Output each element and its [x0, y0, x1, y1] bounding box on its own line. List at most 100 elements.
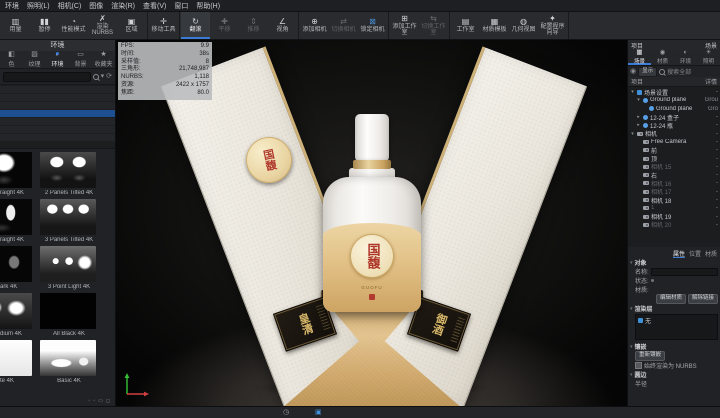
library-tab[interactable]: ◐环境 — [46, 51, 69, 68]
expand-arrow-icon[interactable]: ▾ — [636, 97, 641, 103]
state-indicator — [651, 279, 654, 282]
library-tab[interactable]: ◧色 — [0, 51, 23, 68]
render-viewport[interactable]: 国馥 皇清 御酒 国馥 GUOFU FPS:9.9时间:38s采样值:8三角形:… — [116, 40, 627, 406]
layer-item-label: 无 — [645, 316, 651, 325]
menu-item[interactable]: 帮助(H) — [196, 1, 220, 11]
refresh-icon[interactable]: ⟳ — [106, 73, 112, 80]
toolbar-button[interactable]: ⇄切换相机 — [329, 12, 358, 39]
toolbar-button[interactable]: ✦配置程序向导 — [538, 12, 567, 39]
environment-thumbnail[interactable]: te 4K — [0, 340, 32, 387]
toolbar-button[interactable]: ⊠锁定相机 — [358, 12, 387, 39]
thumbnail-image — [0, 152, 32, 188]
library-tab[interactable]: ▨纹理 — [23, 51, 46, 68]
project-tab[interactable]: ☀照明 — [697, 50, 720, 65]
nurbs-checkbox[interactable] — [635, 362, 642, 369]
toolbar-button[interactable]: ↻翻滚 — [181, 12, 210, 39]
view-medium-icon[interactable]: ▫ — [93, 398, 95, 404]
search-input[interactable] — [3, 72, 91, 82]
tree-item[interactable]: 相机 20- — [628, 221, 720, 229]
project-tab[interactable]: ◐环境 — [674, 50, 697, 65]
project-tab[interactable]: ▦场景 — [628, 50, 651, 65]
environment-thumbnail[interactable]: dium 4K — [0, 293, 32, 340]
project-corner-label: 场景 — [705, 41, 717, 50]
toolbar-button[interactable]: ▮▮暂停 — [30, 12, 59, 39]
expand-arrow-icon[interactable]: ▸ — [636, 114, 641, 120]
environment-thumbnail[interactable]: raight 4K — [0, 199, 32, 246]
environment-thumbnail[interactable]: 3 Panels Tilted 4K — [40, 199, 98, 246]
library-list-row[interactable] — [0, 94, 115, 101]
tree-column-headers: 项目 详情 — [628, 77, 720, 87]
clock-icon[interactable]: ◷ — [283, 408, 289, 417]
tree-search[interactable]: 搜索全部 — [659, 67, 718, 76]
column-detail: 详情 — [705, 77, 717, 86]
show-dropdown[interactable]: 显示 — [638, 67, 657, 77]
library-tab[interactable]: ★收藏夹 — [92, 51, 115, 68]
filter-icon[interactable]: ▾ — [101, 73, 105, 80]
toolbar-button[interactable]: ▥用量 — [1, 12, 30, 39]
tree-item[interactable]: ▾场景设置- — [628, 88, 720, 96]
toolbar-button[interactable]: ∠视角 — [268, 12, 297, 39]
toolbar-button[interactable]: ⇆切换工作室 — [419, 12, 448, 39]
expand-all-icon[interactable]: ◉ — [630, 68, 636, 75]
thumbnail-image — [40, 293, 96, 329]
environment-thumbnail[interactable]: raight 4K — [0, 152, 32, 199]
search-icon[interactable] — [93, 74, 99, 80]
toolbar-button[interactable]: ⊕添加相机 — [300, 12, 329, 39]
environment-thumbnail[interactable]: 2 Panels Tilted 4K — [40, 152, 98, 199]
expand-arrow-icon[interactable]: ▾ — [630, 131, 635, 137]
toolbar-button[interactable]: ⇕推移 — [239, 12, 268, 39]
library-list-row[interactable] — [0, 118, 115, 125]
toolbar-button[interactable]: ⊞添加工作室 — [390, 12, 419, 39]
toolbar-button[interactable]: ◔性能模式 — [59, 12, 88, 39]
hud-stat-label: FPS: — [121, 43, 134, 51]
menu-item[interactable]: 照明(L) — [27, 1, 50, 11]
toolbar-button-label: 材质模板 — [482, 27, 506, 33]
hud-stat-value: 80.0 — [197, 90, 209, 98]
properties-tab[interactable]: 材质 — [705, 249, 717, 258]
retessellate-button[interactable]: 重新镶嵌 — [635, 351, 665, 361]
library-tab[interactable]: ▭背景 — [69, 51, 92, 68]
hud-stat-row: 焦距:80.0 — [121, 90, 209, 98]
library-list-row[interactable] — [0, 86, 115, 93]
menu-item[interactable]: 查看(V) — [143, 1, 166, 11]
name-input[interactable] — [651, 268, 718, 276]
toolbar-button-icon: ✗ — [99, 15, 106, 23]
toolbar-button[interactable]: ◍几何视图 — [509, 12, 538, 39]
toolbar-button[interactable]: ▦材质模板 — [480, 12, 509, 39]
tree-item[interactable]: ▾相机- — [628, 129, 720, 137]
toolbar-button[interactable]: ▣区域 — [117, 12, 146, 39]
environment-thumbnail[interactable]: 3 Point Light 4K — [40, 246, 98, 293]
menu-item[interactable]: 窗口 — [174, 1, 188, 11]
tree-item[interactable]: ▾Ground planeGrou — [628, 96, 720, 104]
expand-arrow-icon[interactable]: ▾ — [630, 89, 635, 95]
view-large-icon[interactable]: ◻ — [106, 398, 110, 404]
unlink-material-button[interactable]: 解除链接 — [688, 294, 718, 304]
properties-tab[interactable]: 位置 — [689, 249, 701, 258]
camera-icon — [643, 140, 649, 144]
menu-item[interactable]: 相机(C) — [58, 1, 82, 11]
toolbar-button[interactable]: ✛移动工具 — [149, 12, 178, 39]
geometry-icon[interactable]: ▣ — [315, 408, 322, 417]
menu-item[interactable]: 图像 — [89, 1, 103, 11]
project-tab[interactable]: ◉材质 — [651, 50, 674, 65]
toolbar-button[interactable]: ✗渲染NURBS — [88, 12, 117, 39]
expand-arrow-icon[interactable]: ▸ — [636, 122, 641, 128]
view-small-icon[interactable]: ▫ — [89, 398, 91, 404]
project-tabs: ▦场景◉材质◐环境☀照明 — [628, 50, 720, 66]
toolbar-button[interactable]: ▤工作室 — [451, 12, 480, 39]
environment-thumbnail[interactable]: All Black 4K — [40, 293, 98, 340]
library-list-row[interactable] — [0, 102, 115, 109]
view-list-icon[interactable]: ▭ — [98, 398, 103, 404]
edit-material-button[interactable]: 编辑材质 — [656, 294, 686, 304]
properties-tab[interactable]: 属性 — [673, 249, 685, 258]
library-list-row[interactable] — [0, 110, 115, 117]
library-list-row[interactable] — [0, 134, 115, 141]
render-layer-item[interactable]: 无 — [636, 315, 717, 325]
menu-item[interactable]: 环境 — [5, 1, 19, 11]
environment-thumbnail[interactable]: ark 4K — [0, 246, 32, 293]
environment-thumbnail[interactable]: Basic 4K — [40, 340, 98, 387]
toolbar-button[interactable]: ✚平移 — [210, 12, 239, 39]
menu-item[interactable]: 渲染(R) — [111, 1, 135, 11]
library-list-row[interactable] — [0, 126, 115, 133]
tree-item[interactable]: 相机 18- — [628, 196, 720, 204]
